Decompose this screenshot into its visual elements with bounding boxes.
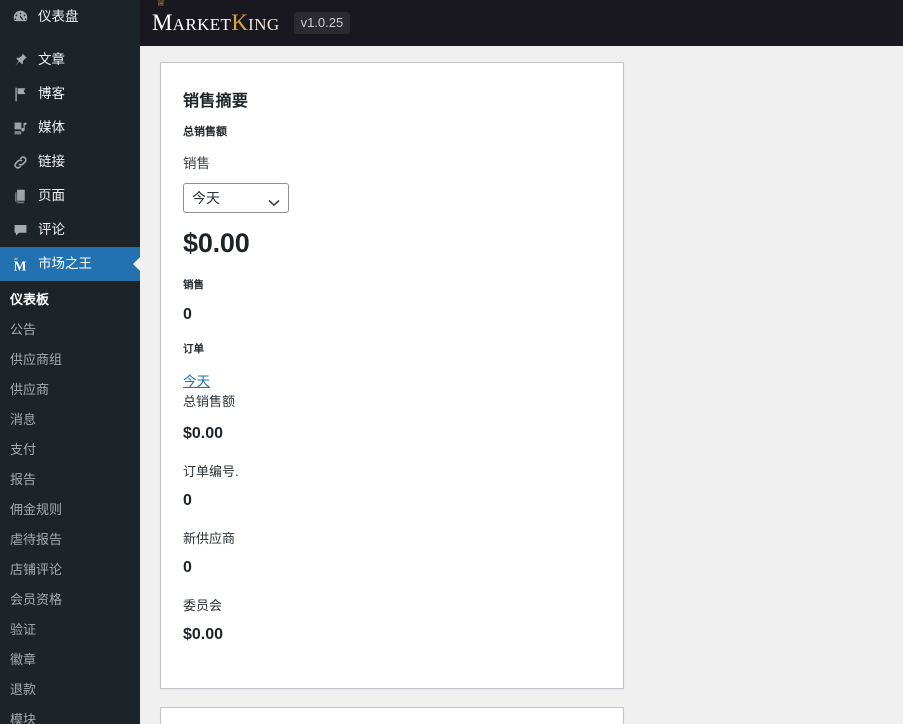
sidebar-separator <box>0 34 140 43</box>
media-icon <box>10 118 30 138</box>
sidebar-item-links[interactable]: 链接 <box>0 145 140 179</box>
sidebar-item-blog[interactable]: 博客 <box>0 77 140 111</box>
sales-summary-card: 销售摘要 总销售额 销售 今天 $0.00 销售 0 订单 今天 总销售额 $0… <box>160 62 624 689</box>
today-total-sales-label: 总销售额 <box>183 394 236 410</box>
sidebar-item-label: 评论 <box>38 222 65 237</box>
commission-label: 委员会 <box>183 597 223 613</box>
sidebar-item-label: 博客 <box>38 86 65 101</box>
admin-sidebar: 仪表盘 文章 博客 媒体 链接 页面 评论 M 市场之王 仪表板 公告 供应商组… <box>0 0 140 724</box>
submenu-item-commission-rules[interactable]: 佣金规则 <box>0 495 140 525</box>
period-select[interactable]: 今天 <box>183 182 289 213</box>
sidebar-item-label: 市场之王 <box>38 256 92 271</box>
submenu-item-dashboard[interactable]: 仪表板 <box>0 285 140 315</box>
version-badge: v1.0.25 <box>293 12 351 34</box>
sales-field-label: 销售 <box>183 156 210 172</box>
submenu-item-memberships[interactable]: 会员资格 <box>0 585 140 615</box>
main-area: ♕ M ARKET K ING v1.0.25 销售摘要 总销售额 销售 今天 <box>140 0 903 724</box>
submenu-item-store-reviews[interactable]: 店铺评论 <box>0 555 140 585</box>
order-number-label: 订单编号. <box>183 463 239 479</box>
marketking-crown-icon: M <box>10 254 30 274</box>
sales-count-label: 销售 <box>183 278 204 291</box>
submenu-item-refunds[interactable]: 退款 <box>0 675 140 705</box>
comment-icon <box>10 220 30 240</box>
sidebar-item-comments[interactable]: 评论 <box>0 213 140 247</box>
new-vendors-label: 新供应商 <box>183 530 236 546</box>
commission-value: $0.00 <box>183 625 224 643</box>
empty-state-card: 这里什么都没有...... 无需批准注册! <box>160 706 624 724</box>
logo-text-arket: ARKET <box>172 15 232 34</box>
submenu-item-announcements[interactable]: 公告 <box>0 315 140 345</box>
sidebar-item-dashboard[interactable]: 仪表盘 <box>0 0 140 34</box>
submenu-item-vendors[interactable]: 供应商 <box>0 375 140 405</box>
marketking-logo: ♕ M ARKET K ING <box>152 0 280 36</box>
sidebar-item-label: 媒体 <box>38 120 65 135</box>
active-menu-arrow-icon <box>133 256 140 272</box>
today-total-sales-value: $0.00 <box>183 424 224 442</box>
dashboard-icon <box>10 7 30 27</box>
logo-letter-m: M <box>152 10 173 35</box>
total-sales-value: $0.00 <box>183 227 250 258</box>
sidebar-item-marketking[interactable]: M 市场之王 <box>0 247 140 281</box>
pin-icon <box>10 50 30 70</box>
submenu-item-modules[interactable]: 模块 <box>0 705 140 724</box>
sidebar-item-pages[interactable]: 页面 <box>0 179 140 213</box>
sidebar-item-label: 链接 <box>38 154 65 169</box>
page-icon <box>10 186 30 206</box>
submenu-item-badges[interactable]: 徽章 <box>0 645 140 675</box>
logo-text-ing: ING <box>248 15 280 34</box>
sidebar-item-label: 文章 <box>38 52 65 67</box>
order-number-value: 0 <box>183 491 192 509</box>
today-link[interactable]: 今天 <box>183 374 210 389</box>
admin-page: 仪表盘 文章 博客 媒体 链接 页面 评论 M 市场之王 仪表板 公告 供应商组… <box>0 0 903 724</box>
sidebar-top-menu: 仪表盘 文章 博客 媒体 链接 页面 评论 M 市场之王 <box>0 0 140 281</box>
total-sales-label: 总销售额 <box>183 126 227 138</box>
sidebar-item-posts[interactable]: 文章 <box>0 43 140 77</box>
card-title: 销售摘要 <box>183 93 249 110</box>
submenu-item-abuse-reports[interactable]: 虐待报告 <box>0 525 140 555</box>
link-icon <box>10 152 30 172</box>
content-wrap: 销售摘要 总销售额 销售 今天 $0.00 销售 0 订单 今天 总销售额 $0… <box>140 46 903 724</box>
marketking-submenu: 仪表板 公告 供应商组 供应商 消息 支付 报告 佣金规则 虐待报告 店铺评论 … <box>0 281 140 724</box>
submenu-item-verification[interactable]: 验证 <box>0 615 140 645</box>
sidebar-item-label: 仪表盘 <box>38 9 79 24</box>
crown-icon: ♕ <box>156 0 166 9</box>
today-link-row: 今天 <box>183 370 601 391</box>
logo-letter-k: K <box>231 10 249 35</box>
sidebar-item-media[interactable]: 媒体 <box>0 111 140 145</box>
submenu-item-messages[interactable]: 消息 <box>0 405 140 435</box>
submenu-item-reports[interactable]: 报告 <box>0 465 140 495</box>
submenu-item-vendor-groups[interactable]: 供应商组 <box>0 345 140 375</box>
submenu-item-payouts[interactable]: 支付 <box>0 435 140 465</box>
marketking-topbar: ♕ M ARKET K ING v1.0.25 <box>140 0 903 46</box>
sales-count-value: 0 <box>183 305 192 323</box>
new-vendors-value: 0 <box>183 558 192 576</box>
period-select-wrap: 今天 <box>183 182 289 213</box>
flag-icon <box>10 84 30 104</box>
sidebar-item-label: 页面 <box>38 188 65 203</box>
orders-label: 订单 <box>183 343 204 356</box>
svg-text:M: M <box>14 258 27 273</box>
